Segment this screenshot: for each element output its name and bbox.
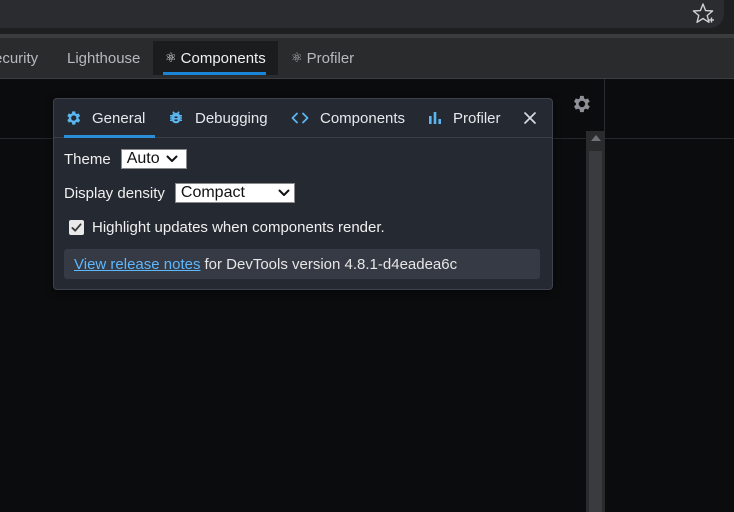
address-bar[interactable] (0, 0, 724, 28)
highlight-updates-row: Highlight updates when components render… (69, 219, 385, 236)
tab-label: ecurity (0, 49, 39, 67)
checkmark-icon (71, 223, 82, 232)
release-notes-link[interactable]: View release notes (74, 256, 200, 273)
devtools-tab-strip: ecurity Lighthouse ⚛ Components ⚛ Profil… (0, 38, 734, 79)
star-bookmark-icon[interactable] (690, 1, 716, 27)
tab-lighthouse[interactable]: Lighthouse (67, 41, 140, 75)
release-notes-box: View release notes for DevTools version … (64, 249, 540, 279)
density-label: Display density (64, 184, 165, 202)
chevron-down-icon (278, 189, 290, 196)
settings-tab-general[interactable]: General (64, 99, 156, 138)
tab-label: Components (320, 109, 406, 127)
settings-tab-bar: General Debugging Components Profiler (54, 99, 552, 138)
tab-label: Debugging (195, 109, 268, 127)
react-atom-icon: ⚛ (291, 50, 303, 65)
highlight-updates-checkbox[interactable] (69, 220, 84, 235)
theme-select[interactable]: Auto (120, 149, 187, 169)
density-value: Compact (180, 184, 245, 201)
tab-components[interactable]: ⚛ Components (153, 41, 278, 75)
tab-profiler[interactable]: ⚛ Profiler (291, 41, 354, 75)
tab-label: General (92, 109, 146, 127)
density-row: Display density Compact (64, 183, 295, 203)
tab-label: Lighthouse (67, 49, 141, 67)
vertical-scrollbar[interactable] (586, 131, 605, 512)
tab-label: Components (180, 49, 266, 67)
gear-icon (67, 111, 81, 125)
code-brackets-icon (291, 112, 309, 124)
settings-tab-profiler[interactable]: Profiler (427, 99, 501, 137)
settings-modal: General Debugging Components Profiler Th… (53, 98, 553, 290)
tab-label: Profiler (453, 109, 501, 127)
react-atom-icon: ⚛ (165, 50, 177, 65)
devtools-version-text: for DevTools version 4.8.1-d4eadea6c (204, 255, 458, 273)
scroll-up-arrow-icon[interactable] (591, 135, 601, 141)
tab-label: Profiler (306, 49, 355, 67)
chevron-down-icon (166, 155, 178, 162)
theme-label: Theme (64, 150, 111, 168)
highlight-updates-label: Highlight updates when components render… (92, 219, 385, 236)
browser-toolbar (0, 0, 734, 34)
screen: ecurity Lighthouse ⚛ Components ⚛ Profil… (0, 0, 734, 512)
close-icon[interactable] (522, 110, 538, 126)
tab-security[interactable]: ecurity (0, 41, 38, 75)
settings-gear-icon[interactable] (570, 93, 592, 115)
bar-chart-icon (429, 112, 441, 124)
theme-row: Theme Auto (64, 149, 187, 169)
settings-tab-components[interactable]: Components (290, 99, 405, 137)
settings-tab-debugging[interactable]: Debugging (167, 99, 268, 137)
density-select[interactable]: Compact (174, 183, 295, 203)
scroll-thumb[interactable] (589, 151, 602, 512)
theme-value: Auto (126, 150, 160, 167)
bug-icon (170, 111, 182, 124)
